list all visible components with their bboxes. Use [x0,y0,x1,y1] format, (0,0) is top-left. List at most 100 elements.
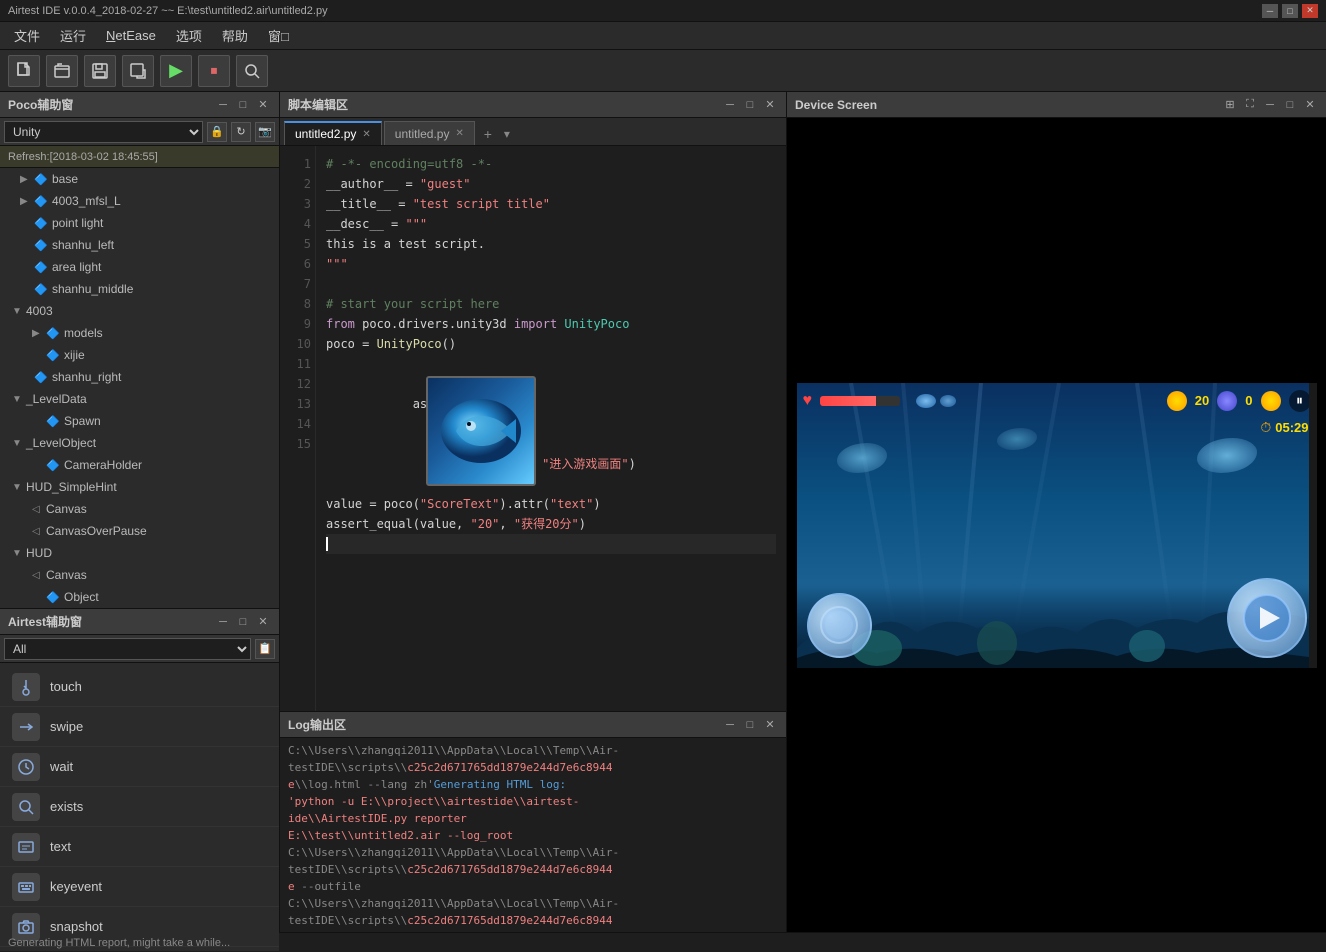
device-expand-icon[interactable]: □ [1282,97,1298,113]
tree-item-canvas2[interactable]: ◁ Canvas [0,564,279,586]
airtest-category-select[interactable]: All touch swipe wait exists text keyeven… [4,638,251,660]
right-control-button[interactable] [1227,578,1307,658]
editor-expand-icon[interactable]: □ [742,97,758,113]
tree-item-4003[interactable]: ▼ 4003 [0,300,279,322]
search-button[interactable] [236,55,268,87]
airtest-item-wait[interactable]: wait [0,747,279,787]
menu-help[interactable]: 帮助 [212,22,258,49]
airtest-panel-icons: ─ □ ✕ [215,614,271,630]
log-close-icon[interactable]: ✕ [762,717,778,733]
save-file-button[interactable] [84,55,116,87]
menu-run[interactable]: 运行 [50,22,96,49]
editor-close-icon[interactable]: ✕ [762,97,778,113]
touch-icon [12,673,40,701]
left-panel: Poco辅助窗 ─ □ ✕ Unity Android iOS 🔒 ↻ 📷 Re… [0,92,280,932]
tree-item-object[interactable]: 🔷 Object [0,586,279,608]
poco-lock-icon[interactable]: 🔒 [207,122,227,142]
log-panel: Log输出区 ─ □ ✕ C:\\Users\\zhangqi2011\\App… [280,712,786,932]
menu-netease[interactable]: NetEase [96,24,166,47]
tree-item-cameraholder[interactable]: 🔷 CameraHolder [0,454,279,476]
menu-options[interactable]: 选项 [166,22,212,49]
device-screen-area[interactable]: ♥ 20 0 ⏸ [787,118,1326,932]
tree-item-levelobject[interactable]: ▼ _LevelObject [0,432,279,454]
airtest-close-icon[interactable]: ✕ [255,614,271,630]
tree-item-canvasoverpause[interactable]: ◁ CanvasOverPause [0,520,279,542]
tab-add-button[interactable]: + [477,123,499,145]
poco-screenshot-icon[interactable]: 📷 [255,122,275,142]
menu-file[interactable]: 文件 [4,22,50,49]
airtest-item-exists[interactable]: exists [0,787,279,827]
timer-display: ⏱ 05:29 [1260,419,1308,436]
airtest-item-text[interactable]: text [0,827,279,867]
tree-item-arealight[interactable]: 🔷 area light [0,256,279,278]
poco-driver-select[interactable]: Unity Android iOS [4,121,203,143]
airtest-expand-icon[interactable]: □ [235,614,251,630]
code-content[interactable]: # -*- encoding=utf8 -*- __author__ = "gu… [316,146,786,711]
airtest-item-keyevent[interactable]: keyevent [0,867,279,907]
tree-item-models[interactable]: ▶ 🔷 models [0,322,279,344]
tree-item-leveldata[interactable]: ▼ _LevelData [0,388,279,410]
close-button[interactable]: ✕ [1302,4,1318,18]
airtest-item-touch[interactable]: touch [0,667,279,707]
right-panel: Device Screen ⊞ ⛶ ─ □ ✕ [786,92,1326,932]
keyevent-icon [12,873,40,901]
device-fullscreen-icon[interactable]: ⛶ [1242,97,1258,113]
maximize-button[interactable]: □ [1282,4,1298,18]
open-file-button[interactable] [46,55,78,87]
tree-label-shanhumiddle: shanhu_middle [52,282,133,296]
line6-content: """ [326,257,348,271]
airtest-item-swipe[interactable]: swipe [0,707,279,747]
status-text: Generating HTML report, might take a whi… [8,937,230,949]
log-line-2: testIDE\\scripts\\c25c2d671765dd1879e244… [288,759,778,776]
tree-label-4003mfsl: 4003_mfsl_L [52,194,121,208]
tree-item-shanhuright[interactable]: 🔷 shanhu_right [0,366,279,388]
log-title: Log输出区 [288,716,722,733]
tree-label-canvas1: Canvas [46,502,87,516]
wait-icon [12,753,40,781]
tree-arrow-4003: ▼ [12,306,26,317]
airtest-copy-icon[interactable]: 📋 [255,639,275,659]
tab-scroll-arrow[interactable]: ▾ [499,123,515,145]
poco-tree[interactable]: ▶ 🔷 base ▶ 🔷 4003_mfsl_L 🔷 point light [0,168,279,608]
menu-window[interactable]: 窗□ [258,22,299,49]
tab-untitled[interactable]: untitled.py ✕ [384,121,475,145]
tree-item-spawn[interactable]: 🔷 Spawn [0,410,279,432]
log-content[interactable]: C:\\Users\\zhangqi2011\\AppData\\Local\\… [280,738,786,932]
tree-item-hud[interactable]: ▼ HUD [0,542,279,564]
device-fit-icon[interactable]: ⊞ [1222,97,1238,113]
tab-untitled2[interactable]: untitled2.py ✕ [284,121,382,145]
device-close-icon[interactable]: ✕ [1302,97,1318,113]
poco-close-icon[interactable]: ✕ [255,97,271,113]
poco-expand-icon[interactable]: □ [235,97,251,113]
tab-untitled-close[interactable]: ✕ [455,128,463,139]
tree-item-hudsimplehint[interactable]: ▼ HUD_SimpleHint [0,476,279,498]
tab-untitled2-close[interactable]: ✕ [362,129,370,140]
log-expand-icon[interactable]: □ [742,717,758,733]
device-minimize-icon[interactable]: ─ [1262,97,1278,113]
tree-item-shanhuleft[interactable]: 🔷 shanhu_left [0,234,279,256]
editor-header: 脚本编辑区 ─ □ ✕ [280,92,786,118]
pause-button[interactable]: ⏸ [1289,390,1311,412]
stop-button[interactable]: ⏹ [198,55,230,87]
tree-item-base[interactable]: ▶ 🔷 base [0,168,279,190]
tree-item-4003mfsl[interactable]: ▶ 🔷 4003_mfsl_L [0,190,279,212]
tree-arrow-canvas1: ◁ [32,504,46,515]
log-minimize-icon[interactable]: ─ [722,717,738,733]
tree-item-pointlight[interactable]: 🔷 point light [0,212,279,234]
swipe-icon [12,713,40,741]
tree-item-xijie[interactable]: 🔷 xijie [0,344,279,366]
tree-item-canvas1[interactable]: ◁ Canvas [0,498,279,520]
poco-minimize-icon[interactable]: ─ [215,97,231,113]
line4-content: __desc__ = """ [326,217,427,231]
editor-minimize-icon[interactable]: ─ [722,97,738,113]
new-file-button[interactable] [8,55,40,87]
minimize-button[interactable]: ─ [1262,4,1278,18]
run-button[interactable]: ▶ [160,55,192,87]
poco-refresh-icon[interactable]: ↻ [231,122,251,142]
tree-item-shanhumiddle[interactable]: 🔷 shanhu_middle [0,278,279,300]
airtest-minimize-icon[interactable]: ─ [215,614,231,630]
left-control-button[interactable] [807,593,872,658]
center-panel: 脚本编辑区 ─ □ ✕ untitled2.py ✕ untitled.py ✕… [280,92,786,932]
saveas-button[interactable] [122,55,154,87]
poco-panel-icons: ─ □ ✕ [215,97,271,113]
